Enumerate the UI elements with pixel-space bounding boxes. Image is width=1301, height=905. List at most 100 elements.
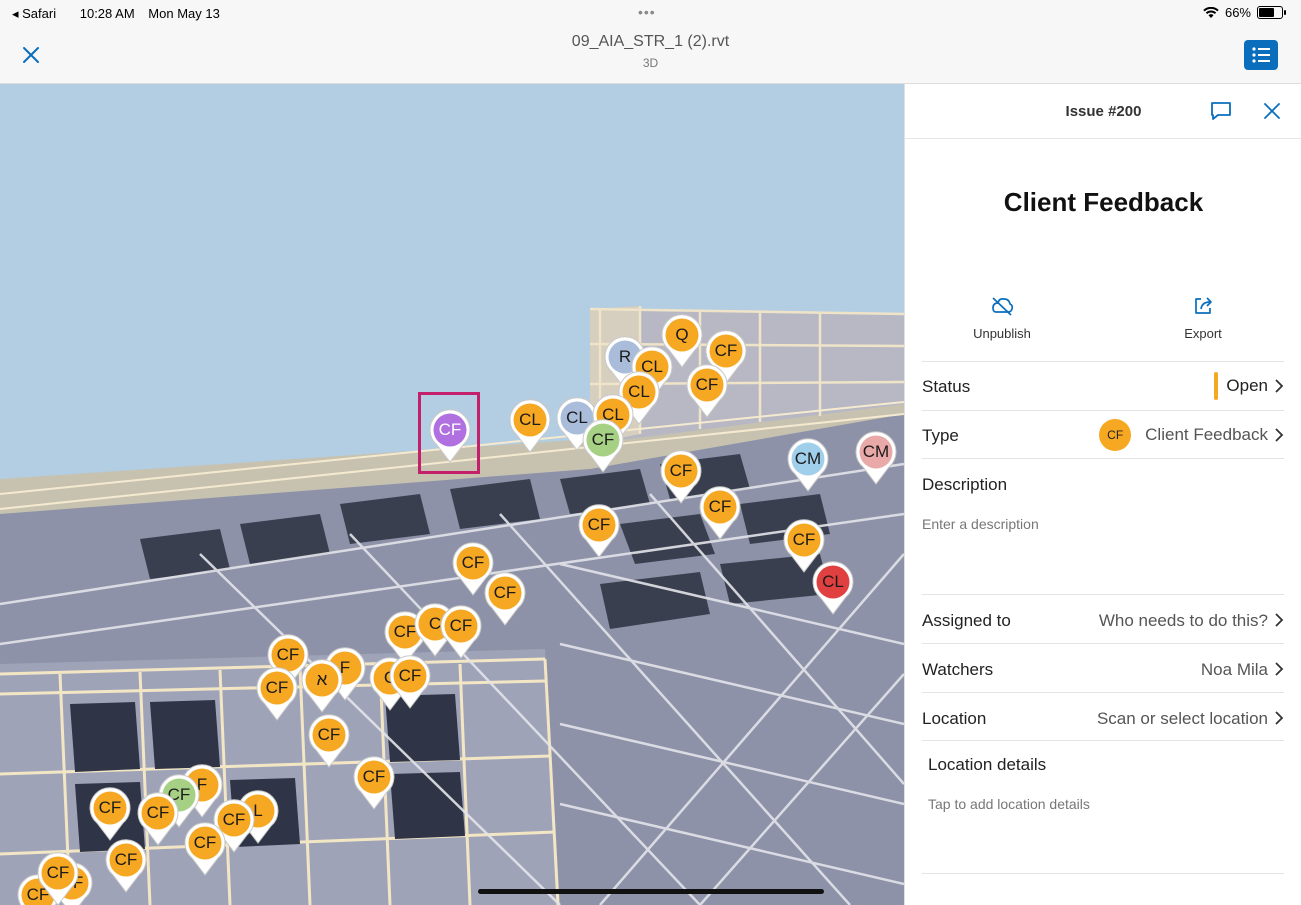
pin-label: CF <box>114 850 138 869</box>
pin-label: CF <box>398 666 422 685</box>
time: 10:28 AM <box>79 6 135 21</box>
pin-label: CF <box>461 553 485 572</box>
title-bar: 09_AIA_STR_1 (2).rvt 3D <box>0 28 1301 84</box>
issue-pin[interactable]: CF <box>483 572 527 626</box>
chevron-right-icon <box>1275 379 1284 393</box>
description-row[interactable]: Description Enter a description <box>922 458 1284 595</box>
pin-label: CF <box>193 833 217 852</box>
location-label: Location <box>922 709 987 728</box>
assigned-row[interactable]: Assigned to Who needs to do this? <box>922 594 1284 643</box>
close-icon <box>1264 103 1280 119</box>
pin-label: CF <box>265 678 289 697</box>
location-details-placeholder[interactable]: Tap to add location details <box>928 796 1090 812</box>
pin-label: CF <box>317 725 341 744</box>
ios-status-bar: ◂ Safari 10:28 AM Mon May 13 ••• 66% <box>0 0 1301 28</box>
panel-header: Issue #200 <box>905 84 1301 139</box>
issue-pin[interactable]: CF <box>698 486 742 540</box>
unpublish-label: Unpublish <box>973 326 1031 341</box>
assigned-value: Who needs to do this? <box>1098 611 1268 630</box>
assigned-label: Assigned to <box>922 611 1011 630</box>
issue-pin[interactable]: CF <box>659 450 703 504</box>
issue-pin[interactable]: CF <box>307 714 351 768</box>
issue-pin[interactable]: CL <box>508 399 552 453</box>
chevron-right-icon <box>1275 662 1284 676</box>
issue-pin[interactable]: CF <box>439 605 483 659</box>
pin-label: CF <box>46 863 70 882</box>
issue-pin[interactable]: CF <box>183 822 227 876</box>
issue-pin[interactable]: CF <box>388 655 432 709</box>
file-name: 09_AIA_STR_1 (2).rvt <box>571 33 730 50</box>
location-details-row[interactable]: Location details Tap to add location det… <box>922 740 1284 874</box>
pin-label: CM <box>862 442 890 461</box>
issue-pin[interactable]: CM <box>786 438 830 492</box>
unpublish-icon <box>992 297 1014 316</box>
unpublish-button[interactable]: Unpublish <box>942 292 1062 341</box>
issue-pin[interactable]: CF <box>136 792 180 846</box>
pin-label: CF <box>708 497 732 516</box>
issue-detail-panel: Issue #200 Client Feedback Unpublish Exp… <box>904 84 1301 905</box>
issue-pin[interactable]: א <box>300 659 344 713</box>
date: Mon May 13 <box>148 6 220 21</box>
location-row[interactable]: Location Scan or select location <box>922 692 1284 741</box>
status-right: 66% <box>1203 5 1286 20</box>
watchers-row[interactable]: Watchers Noa Mila <box>922 643 1284 692</box>
home-indicator[interactable] <box>478 889 824 894</box>
chevron-right-icon <box>1275 428 1284 442</box>
export-button[interactable]: Export <box>1143 292 1263 341</box>
pin-label: CF <box>792 530 816 549</box>
selected-pin-highlight <box>418 392 480 474</box>
issue-pin[interactable]: CF <box>685 364 729 418</box>
issue-pin[interactable]: CF <box>352 756 396 810</box>
issues-list-button[interactable] <box>1244 40 1278 70</box>
chevron-right-icon <box>1275 613 1284 627</box>
comment-button[interactable] <box>1209 99 1233 123</box>
issue-pin[interactable]: CF <box>577 504 621 558</box>
app-name: Safari <box>22 6 57 21</box>
close-panel-button[interactable] <box>1260 99 1284 123</box>
pin-label: CL <box>822 572 844 591</box>
pin-label: CM <box>794 449 822 468</box>
type-text: Client Feedback <box>1145 425 1268 444</box>
status-row[interactable]: Status Open <box>922 361 1284 410</box>
pin-label: Q <box>675 325 689 344</box>
location-value: Scan or select location <box>1096 709 1268 728</box>
issue-pin[interactable]: CF <box>104 839 148 893</box>
back-to-app[interactable]: ◂ Safari <box>12 6 66 21</box>
list-icon <box>1252 47 1270 63</box>
status-label: Status <box>922 377 971 396</box>
type-avatar: CF <box>1099 419 1132 451</box>
issue-pin[interactable]: CM <box>854 431 898 485</box>
pin-label: CF <box>714 341 738 360</box>
type-value: CF Client Feedback <box>1099 419 1268 451</box>
export-label: Export <box>1184 326 1222 341</box>
issue-pin[interactable]: CF <box>88 787 132 841</box>
type-row[interactable]: Type CF Client Feedback <box>922 410 1284 459</box>
issue-pin[interactable]: CF <box>581 419 625 473</box>
issue-pin[interactable]: CF <box>255 667 299 721</box>
pin-label: CF <box>146 803 170 822</box>
watchers-label: Watchers <box>922 660 994 679</box>
pin-label: א <box>316 670 328 689</box>
pin-label: CF <box>493 583 517 602</box>
model-viewport[interactable]: CF Q R CL CF CF CL CL CL CL CF CM CM CF … <box>0 84 904 905</box>
pin-label: CF <box>362 767 386 786</box>
location-details-label: Location details <box>928 755 1047 774</box>
pin-label: CL <box>519 410 541 429</box>
model-scene[interactable] <box>0 84 904 905</box>
wifi-icon <box>1203 6 1219 18</box>
chevron-right-icon <box>1275 711 1284 725</box>
description-placeholder[interactable]: Enter a description <box>922 516 1039 532</box>
battery-icon <box>1257 6 1286 19</box>
issue-number: Issue #200 <box>1065 103 1142 120</box>
status-color-indicator <box>1214 372 1219 400</box>
pin-label: CF <box>669 461 693 480</box>
pin-label: CF <box>695 375 719 394</box>
export-icon <box>1195 297 1212 314</box>
issue-pin[interactable]: CF <box>36 852 80 905</box>
multitask-dots[interactable]: ••• <box>638 4 656 20</box>
status-text: Open <box>1226 376 1268 395</box>
issue-pin[interactable]: CL <box>811 561 855 615</box>
status-left: ◂ Safari 10:28 AM Mon May 13 <box>12 6 230 22</box>
comment-icon <box>1211 102 1231 120</box>
status-value: Open <box>1214 372 1268 400</box>
